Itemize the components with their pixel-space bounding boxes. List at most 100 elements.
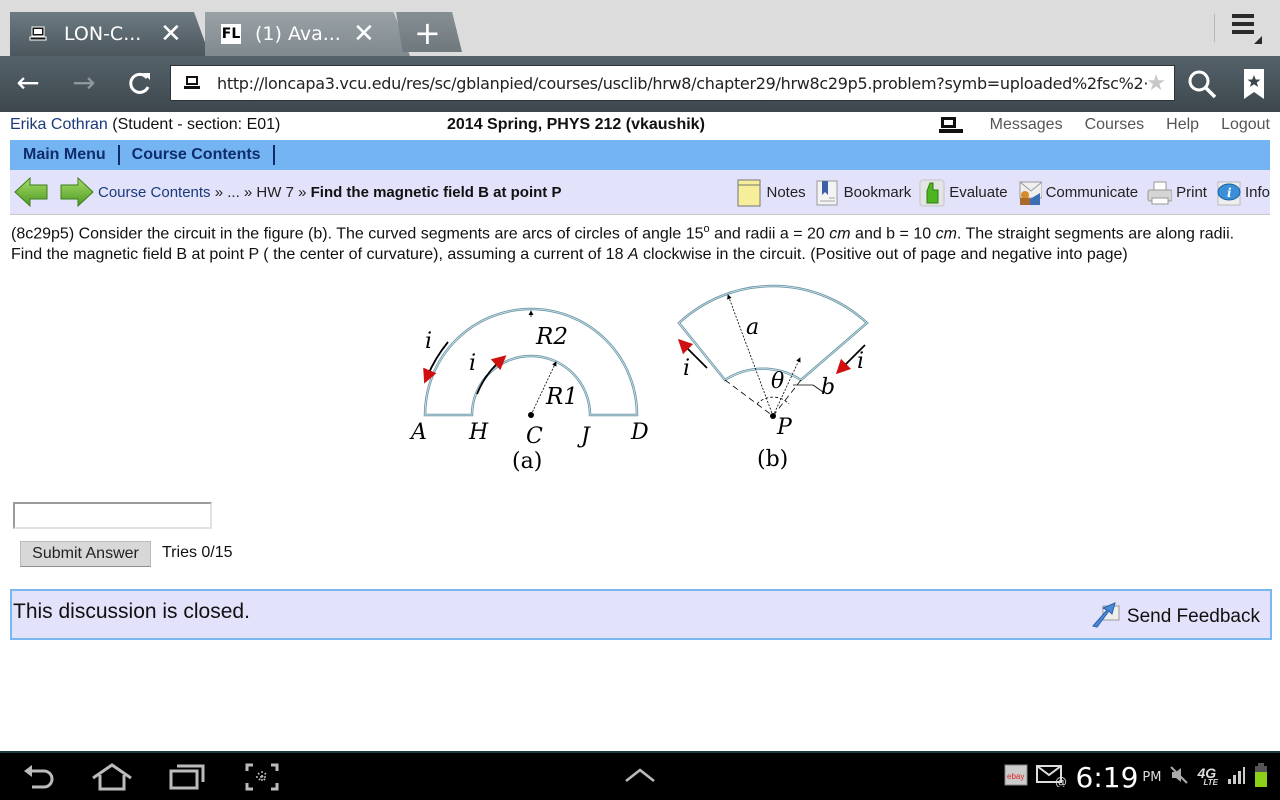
top-nav: Messages Courses Help Logout [938,116,1270,141]
network-type: 4G [1197,764,1217,781]
bookmark-button[interactable]: Bookmark [814,179,911,207]
signal-strength-icon [1226,765,1246,790]
close-tab-icon[interactable]: ✕ [160,19,182,49]
figure-a: i i R2 R1 A H C J D (a) [409,307,649,474]
android-back-icon[interactable] [22,763,56,796]
email-notification-icon[interactable]: @ [1035,763,1068,792]
label-r2: R2 [535,324,568,350]
notes-button[interactable]: Notes [736,179,806,207]
info-icon: i [1215,179,1241,207]
network-subtype: LTE [1203,777,1218,787]
circuit-a-wire [423,307,639,417]
unit-cm: cm [829,225,851,243]
info-button[interactable]: i Info [1215,179,1270,207]
bookmarks-icon[interactable] [1243,68,1265,100]
url-text[interactable]: http://loncapa3.vcu.edu/res/sc/gblanpied… [217,74,1147,93]
unit-cm: cm [935,225,957,243]
breadcrumb-bar: Course Contents » ... » HW 7 » Find the … [10,170,1270,215]
breadcrumb-course-contents[interactable]: Course Contents [98,184,211,201]
star-icon[interactable]: ★ [1146,70,1166,96]
label-j-point: J [577,424,591,449]
communicate-icon [1016,179,1042,207]
figure-b: a θ b P i i (b) [677,284,869,472]
ebay-notification-icon[interactable]: ebay [1004,764,1028,791]
main-menu-link[interactable]: Main Menu [10,145,120,165]
breadcrumb-hw7[interactable]: HW 7 [256,184,294,201]
close-tab-icon[interactable]: ✕ [353,19,375,49]
computer-icon [28,25,50,43]
new-tab-button[interactable]: + [396,12,462,52]
search-icon[interactable] [1186,68,1218,100]
breadcrumb-sep: » ... » [210,183,257,201]
communicate-label: Communicate [1045,184,1139,201]
label-p-point: P [776,415,793,440]
status-tray: ebay @ 6:19 PM 4G LTE [1004,761,1268,794]
problem-text-part: clockwise in the circuit. (Positive out … [638,246,1128,264]
send-feedback-link[interactable]: Send Feedback [1091,600,1260,634]
problem-text: (8c29p5) Consider the circuit in the fig… [11,219,1269,265]
answer-input[interactable] [13,502,212,529]
breadcrumb-sep: » [293,183,311,201]
problem-text-part: and b = 10 [850,225,936,243]
problem-text-part: and radii a = 20 [709,225,830,243]
resource-toolbar: Notes Bookmark Evaluate Communicate Prin… [736,170,1270,215]
label-d-point: D [630,420,649,445]
browser-toolbar: ← → http://loncapa3.vcu.edu/res/sc/gblan… [0,56,1280,112]
back-arrow-icon[interactable]: ← [10,66,46,99]
fl-favicon-icon: FL [221,24,241,44]
clock: 6:19 [1075,761,1139,794]
android-recents-icon[interactable] [169,763,205,796]
circuit-figure: i i R2 R1 A H C J D (a) a θ b P i i (b) [409,284,869,474]
top-nav-help[interactable]: Help [1166,116,1199,141]
user-info-line: Erika Cothran (Student - section: E01) 2… [10,116,1270,138]
forward-arrow-icon[interactable]: → [66,66,102,99]
print-button[interactable]: Print [1146,179,1207,207]
printer-icon [1146,179,1173,207]
label-a-radius: a [746,315,759,340]
label-i-inner: i [469,351,476,376]
tab-loncapa[interactable]: LON-C... ✕ [10,12,210,56]
previous-arrow-icon[interactable] [14,176,48,208]
user-name-link[interactable]: Erika Cothran [10,116,108,133]
browser-menu-icon[interactable] [1232,14,1262,44]
course-contents-link[interactable]: Course Contents [120,145,275,165]
circuit-a-wire-inner [424,308,638,416]
info-label: Info [1244,184,1270,201]
evaluate-button[interactable]: Evaluate [919,179,1008,207]
submit-answer-button[interactable]: Submit Answer [20,541,151,567]
top-nav-messages[interactable]: Messages [990,116,1063,141]
network-4g-lte-icon: 4G LTE [1197,764,1218,788]
android-system-bar: ebay @ 6:19 PM 4G LTE [0,751,1280,800]
tab-title: LON-C... [64,23,142,45]
breadcrumb-current: Find the magnetic field B at point P [310,183,562,201]
computer-icon [183,75,205,91]
reload-icon[interactable] [122,66,158,103]
label-theta: θ [771,369,784,394]
computer-icon[interactable] [938,116,964,141]
label-r1: R1 [545,384,578,410]
divider [1214,14,1215,42]
label-a-point: A [409,420,427,445]
chevron-up-icon[interactable] [624,767,656,788]
next-arrow-icon[interactable] [60,176,94,208]
android-home-icon[interactable] [90,763,134,796]
communicate-button[interactable]: Communicate [1016,179,1139,207]
screenshot-icon[interactable] [245,763,279,796]
problem-text-part: Consider the circuit in the figure (b). … [74,225,704,243]
notes-icon [736,179,762,207]
label-i-right: i [857,349,864,374]
url-bar[interactable]: http://loncapa3.vcu.edu/res/sc/gblanpied… [170,65,1175,101]
top-nav-courses[interactable]: Courses [1085,116,1145,141]
evaluate-label: Evaluate [949,184,1008,201]
top-nav-logout[interactable]: Logout [1221,116,1270,141]
circuit-b-wire [677,284,869,382]
plus-icon: + [414,14,441,52]
notes-label: Notes [766,184,806,201]
problem-id: (8c29p5) [11,225,75,243]
label-i-left: i [683,356,690,381]
label-h-point: H [468,420,489,445]
tries-counter: Tries 0/15 [162,544,233,561]
bookmark-icon [814,179,840,207]
tab-facebook[interactable]: FL (1) Ava... ✕ [205,12,410,56]
clock-ampm: PM [1142,770,1162,785]
